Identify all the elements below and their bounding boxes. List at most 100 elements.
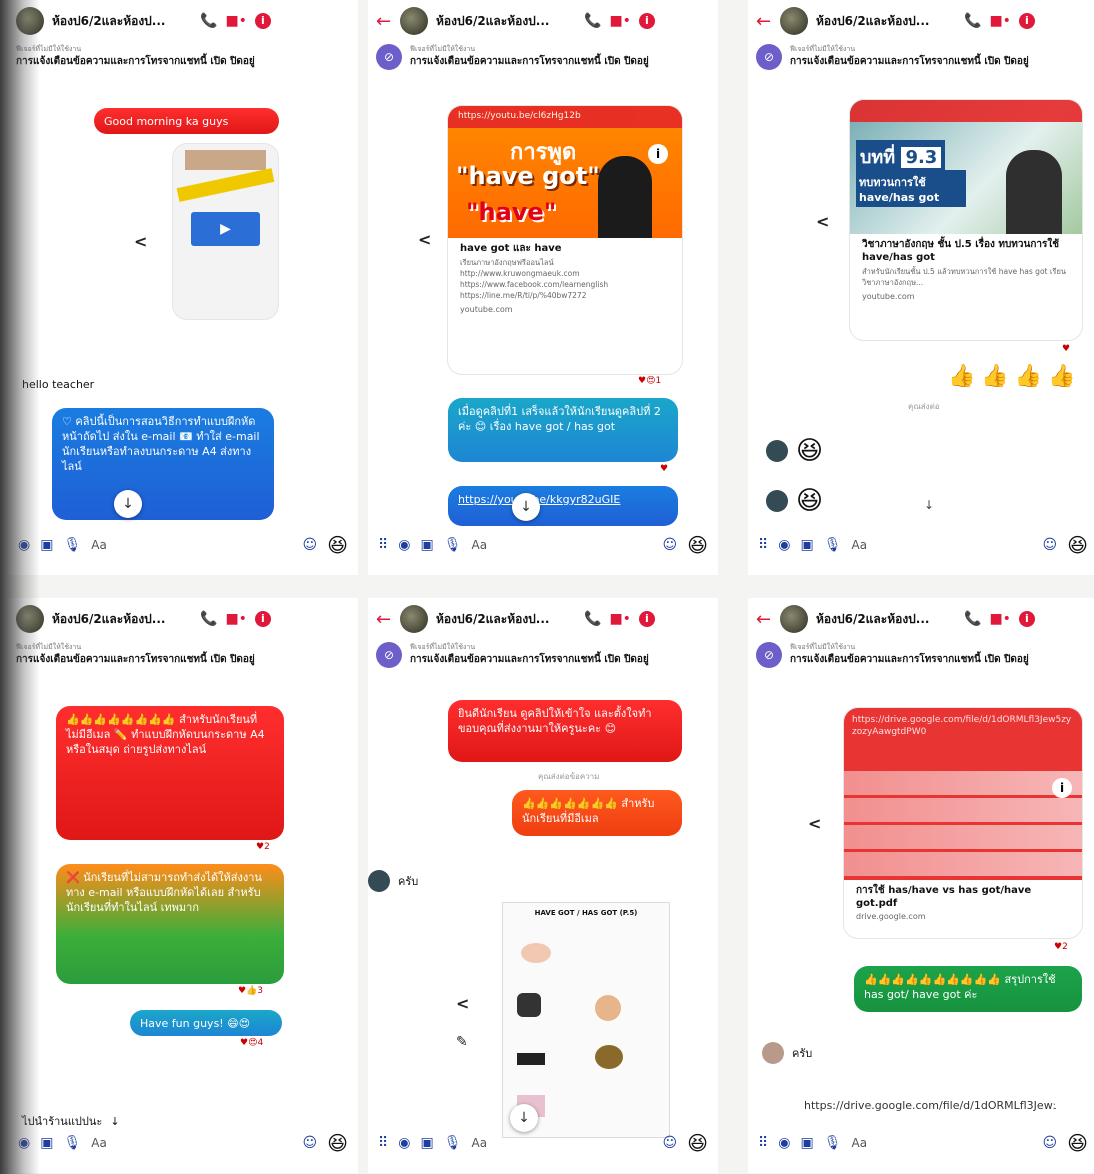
link-preview-card[interactable]: https://youtu.be/cl6zHg12b การพูด "have …: [448, 106, 682, 374]
video-icon[interactable]: ■•: [989, 13, 1011, 29]
message-bubble[interactable]: 👍👍👍👍👍👍👍👍 สำหรับนักเรียนที่ไม่มีอีเมล ✏️ …: [56, 706, 284, 840]
phone-icon[interactable]: 📞: [200, 611, 217, 627]
worksheet-image[interactable]: HAVE GOT / HAS GOT (P.5): [502, 902, 670, 1138]
message-input[interactable]: Aa: [472, 538, 653, 552]
message-bubble[interactable]: ♡ คลิปนี้เป็นการสอนวิธีการทำแบบฝึกหัดหน้…: [52, 408, 274, 520]
mic-icon[interactable]: 🎙: [444, 1135, 462, 1151]
mic-icon[interactable]: 🎙: [444, 537, 462, 553]
file-preview-card[interactable]: https://drive.google.com/file/d/1dORMLfl…: [844, 708, 1082, 938]
quick-reaction-icon[interactable]: 😆: [327, 1131, 348, 1155]
emoji-icon[interactable]: ☺: [663, 537, 678, 553]
message-bubble[interactable]: 👍👍👍👍👍👍👍 สำหรับนักเรียนที่มีอีเมล: [512, 790, 682, 836]
image-icon[interactable]: ▣: [800, 1135, 813, 1151]
message-input[interactable]: Aa: [852, 1136, 1033, 1150]
message-input[interactable]: Aa: [91, 538, 292, 552]
message-bubble[interactable]: ยินดีนักเรียน ดูคลิปให้เข้าใจ และตั้งใจท…: [448, 700, 682, 762]
info-icon[interactable]: i: [254, 13, 271, 29]
camera-icon[interactable]: ◉: [18, 1135, 30, 1151]
image-icon[interactable]: ▣: [420, 1135, 433, 1151]
emoji-icon[interactable]: ☺: [303, 537, 318, 553]
video-icon[interactable]: ■•: [609, 13, 631, 29]
mic-icon[interactable]: 🎙: [63, 537, 81, 553]
chat-title[interactable]: ห้องป6/2และห้องป...: [436, 610, 576, 629]
group-avatar[interactable]: [16, 605, 44, 633]
phone-icon[interactable]: 📞: [584, 611, 601, 627]
camera-icon[interactable]: ◉: [398, 1135, 410, 1151]
play-icon[interactable]: ▶: [191, 212, 260, 246]
emoji-icon[interactable]: ☺: [1043, 537, 1058, 553]
video-thumbnail-card[interactable]: ▶: [173, 144, 278, 319]
video-icon[interactable]: ■•: [225, 611, 247, 627]
message-bubble[interactable]: Have fun guys! 😄😍: [130, 1010, 282, 1036]
emoji-icon[interactable]: ☺: [303, 1135, 318, 1151]
video-icon[interactable]: ■•: [609, 611, 631, 627]
info-icon[interactable]: i: [648, 144, 668, 164]
message-input[interactable]: Aa: [852, 538, 1033, 552]
mic-icon[interactable]: 🎙: [824, 1135, 842, 1151]
phone-icon[interactable]: 📞: [964, 611, 981, 627]
info-icon[interactable]: i: [638, 13, 655, 29]
edit-icon[interactable]: ✎: [456, 1034, 468, 1050]
info-icon[interactable]: i: [1018, 611, 1035, 627]
message-input[interactable]: Aa: [472, 1136, 653, 1150]
quick-reaction-icon[interactable]: 😆: [1067, 533, 1088, 557]
chat-title[interactable]: ห้องป6/2และห้องป...: [52, 610, 192, 629]
phone-icon[interactable]: 📞: [200, 13, 217, 29]
share-icon[interactable]: <: [816, 212, 829, 231]
back-icon[interactable]: ←: [376, 609, 392, 630]
chat-title[interactable]: ห้องป6/2และห้องป...: [52, 12, 192, 31]
back-icon[interactable]: ←: [756, 11, 772, 32]
mic-icon[interactable]: 🎙: [824, 537, 842, 553]
apps-icon[interactable]: ⠿: [378, 1135, 388, 1151]
share-icon[interactable]: <: [808, 814, 821, 833]
emoji-icon[interactable]: ☺: [1043, 1135, 1058, 1151]
info-icon[interactable]: i: [254, 611, 271, 627]
phone-icon[interactable]: 📞: [584, 13, 601, 29]
quick-reaction-icon[interactable]: 😆: [1067, 1131, 1088, 1155]
back-icon[interactable]: ←: [376, 11, 392, 32]
share-icon[interactable]: <: [456, 994, 469, 1013]
apps-icon[interactable]: ⠿: [758, 537, 768, 553]
group-avatar[interactable]: [780, 605, 808, 633]
apps-icon[interactable]: ⠿: [378, 537, 388, 553]
image-icon[interactable]: ▣: [800, 537, 813, 553]
message-input[interactable]: Aa: [91, 1136, 292, 1150]
camera-icon[interactable]: ◉: [18, 537, 30, 553]
image-icon[interactable]: ▣: [40, 1135, 53, 1151]
phone-icon[interactable]: 📞: [964, 13, 981, 29]
emoji-icon[interactable]: ☺: [663, 1135, 678, 1151]
mic-icon[interactable]: 🎙: [63, 1135, 81, 1151]
group-avatar[interactable]: [400, 7, 428, 35]
link-preview-card[interactable]: บทที่ 9.3 ทบทวนการใช้ have/has got วิชาภ…: [850, 100, 1082, 340]
apps-icon[interactable]: ⠿: [758, 1135, 768, 1151]
link-bubble[interactable]: https://youtu.be/kkgyr82uGIE: [448, 486, 678, 526]
scroll-down-icon[interactable]: ↓: [512, 493, 540, 521]
group-avatar[interactable]: [16, 7, 44, 35]
scroll-down-icon[interactable]: ↓: [924, 498, 934, 512]
video-icon[interactable]: ■•: [989, 611, 1011, 627]
camera-icon[interactable]: ◉: [778, 537, 790, 553]
message-bubble[interactable]: 👍👍👍👍👍👍👍👍👍👍 สรุปการใช้ has got/ have got …: [854, 966, 1082, 1012]
group-avatar[interactable]: [780, 7, 808, 35]
quick-reaction-icon[interactable]: 😆: [327, 533, 348, 557]
link-url[interactable]: https://youtu.be/cl6zHg12b: [448, 106, 682, 128]
info-icon[interactable]: i: [1018, 13, 1035, 29]
group-avatar[interactable]: [400, 605, 428, 633]
chat-title[interactable]: ห้องป6/2และห้องป...: [436, 12, 576, 31]
camera-icon[interactable]: ◉: [778, 1135, 790, 1151]
image-icon[interactable]: ▣: [420, 537, 433, 553]
message-bubble[interactable]: ❌ นักเรียนที่ไม่สามารถทำส่งได้ให้ส่งงานท…: [56, 864, 284, 984]
link-url[interactable]: https://drive.google.com/file/d/1dORMLfl…: [852, 714, 1072, 738]
share-icon[interactable]: <: [418, 230, 431, 249]
message-bubble[interactable]: เมื่อดูคลิปที่1 เสร็จแล้วให้นักเรียนดูคล…: [448, 398, 678, 462]
video-icon[interactable]: ■•: [225, 13, 247, 29]
share-icon[interactable]: <: [134, 232, 147, 251]
scroll-down-icon[interactable]: ↓: [114, 490, 142, 518]
info-icon[interactable]: i: [638, 611, 655, 627]
chat-title[interactable]: ห้องป6/2และห้องป...: [816, 12, 956, 31]
quick-reaction-icon[interactable]: 😆: [687, 533, 708, 557]
quick-reaction-icon[interactable]: 😆: [687, 1131, 708, 1155]
camera-icon[interactable]: ◉: [398, 537, 410, 553]
back-icon[interactable]: ←: [756, 609, 772, 630]
chat-title[interactable]: ห้องป6/2และห้องป...: [816, 610, 956, 629]
